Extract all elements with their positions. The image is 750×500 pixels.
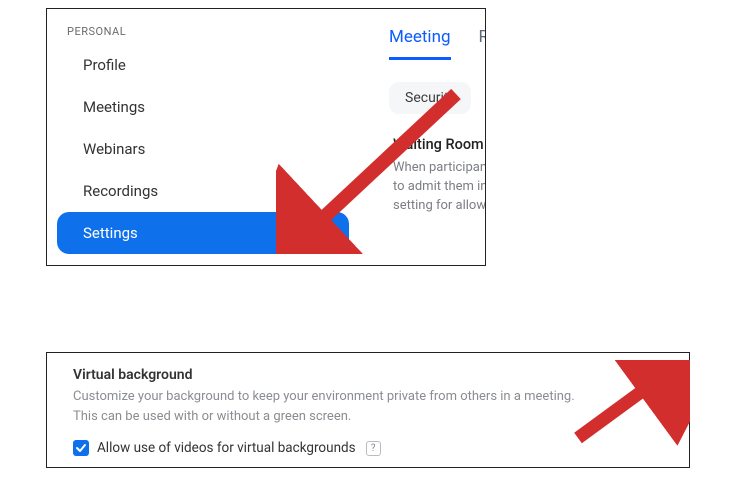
tab-meeting[interactable]: Meeting bbox=[389, 19, 451, 60]
waiting-room-title: Waiting Room bbox=[393, 136, 486, 153]
virtual-background-title: Virtual background bbox=[73, 367, 667, 383]
sidebar-section-label: PERSONAL bbox=[47, 19, 359, 44]
tab-label: Re bbox=[479, 27, 486, 47]
sidebar: PERSONAL Profile Meetings Webinars Recor… bbox=[47, 9, 359, 265]
toggle-knob bbox=[652, 370, 668, 386]
allow-videos-checkbox[interactable] bbox=[73, 440, 89, 456]
sidebar-item-settings[interactable]: Settings bbox=[57, 212, 349, 254]
subtab-row: Security bbox=[373, 82, 486, 114]
sidebar-item-label: Settings bbox=[83, 224, 138, 242]
virtual-background-row: Virtual background Customize your backgr… bbox=[73, 367, 667, 426]
waiting-room-desc: When participants to admit them ind sett… bbox=[393, 159, 486, 216]
sidebar-item-profile[interactable]: Profile bbox=[47, 44, 359, 86]
tab-bar: Meeting Re bbox=[373, 19, 486, 60]
sidebar-item-webinars[interactable]: Webinars bbox=[47, 128, 359, 170]
sidebar-item-label: Webinars bbox=[83, 140, 145, 158]
sidebar-item-label: Meetings bbox=[83, 98, 145, 116]
check-icon bbox=[75, 442, 87, 454]
virtual-background-toggle[interactable] bbox=[637, 369, 669, 387]
subtab-security[interactable]: Security bbox=[389, 82, 471, 114]
virtual-background-panel: Virtual background Customize your backgr… bbox=[46, 352, 690, 468]
sidebar-item-meetings[interactable]: Meetings bbox=[47, 86, 359, 128]
settings-top-panel: PERSONAL Profile Meetings Webinars Recor… bbox=[46, 8, 486, 266]
sidebar-item-label: Profile bbox=[83, 56, 126, 74]
help-icon[interactable]: ? bbox=[366, 441, 381, 456]
sidebar-item-label: Recordings bbox=[83, 182, 158, 200]
settings-main-pane: Meeting Re Security Waiting Room When pa… bbox=[373, 9, 486, 265]
virtual-background-desc: Customize your background to keep your e… bbox=[73, 387, 593, 426]
sidebar-item-recordings[interactable]: Recordings bbox=[47, 170, 359, 212]
allow-videos-row: Allow use of videos for virtual backgrou… bbox=[73, 440, 667, 456]
subtab-label: Security bbox=[405, 90, 455, 106]
tab-recording-truncated[interactable]: Re bbox=[479, 19, 486, 60]
allow-videos-label: Allow use of videos for virtual backgrou… bbox=[97, 440, 356, 456]
waiting-room-block: Waiting Room When participants to admit … bbox=[373, 114, 486, 216]
tab-label: Meeting bbox=[389, 27, 451, 47]
